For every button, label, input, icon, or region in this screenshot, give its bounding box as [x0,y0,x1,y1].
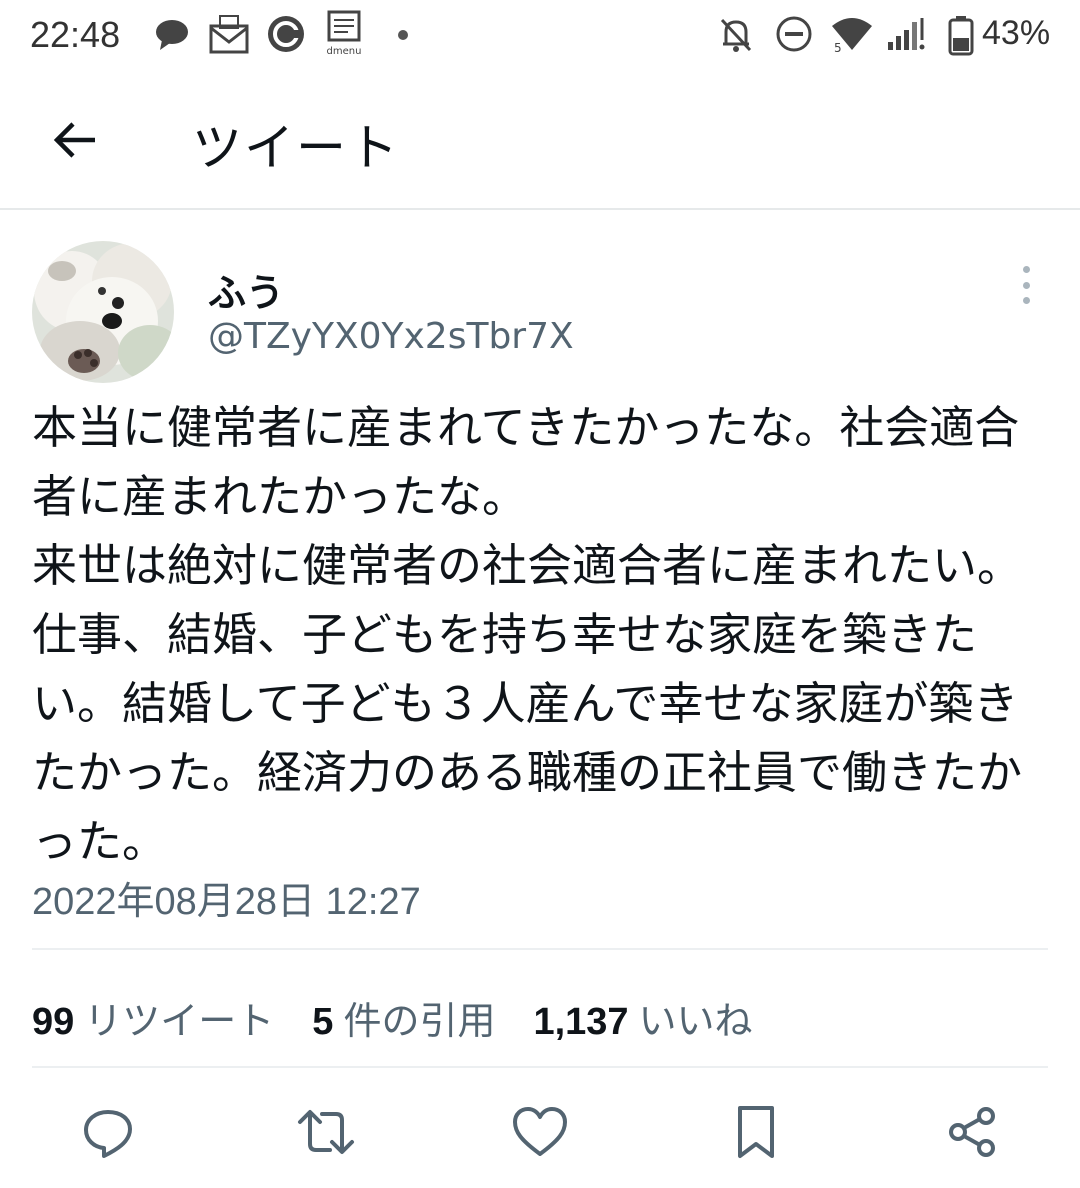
mail-icon [208,14,249,54]
share-button[interactable] [940,1100,1004,1164]
share-icon [949,1107,995,1157]
bell-off-icon [716,14,756,54]
more-dot-icon [1022,297,1030,304]
signal-icon [884,14,925,54]
svg-text:dmenu: dmenu [327,46,362,56]
dmenu-icon: dmenu [324,10,364,57]
retweets-stat[interactable]: 99 リツイート [32,990,274,1045]
display-name[interactable]: ふう [208,262,284,317]
do-not-disturb-icon [774,14,814,54]
likes-count: 1,137 [533,1001,629,1043]
reply-button[interactable] [76,1100,140,1164]
user-handle[interactable]: @TZyYX0Yx2sTbr7X [208,316,574,357]
back-button[interactable] [40,108,110,172]
page-title: ツイート [192,119,400,177]
avatar[interactable] [32,241,174,383]
wifi-icon: 5 [828,14,872,55]
likes-label: いいね [638,999,753,1043]
tweet-text: 本当に健常者に産まれてきたかったな。社会適合者に産まれたかったな。 来世は絶対に… [32,401,1023,868]
svg-text:5: 5 [834,41,842,54]
quotes-count: 5 [312,1001,334,1043]
more-options-button[interactable] [1008,262,1044,308]
retweets-count: 99 [32,1001,75,1043]
divider [32,1066,1048,1068]
retweets-label: リツイート [84,999,275,1043]
tweet-stats: 99 リツイート 5 件の引用 1,137 いいね [32,990,791,1043]
more-dot-icon [1022,266,1030,273]
notification-dot [398,30,408,40]
battery-icon [946,14,986,56]
page-header: ツイート [0,72,1080,210]
divider [32,948,1048,950]
reply-icon [84,1110,132,1158]
more-dot-icon [1022,281,1030,289]
likes-stat[interactable]: 1,137 いいね [533,990,752,1045]
bookmark-button[interactable] [724,1100,788,1164]
quotes-stat[interactable]: 5 件の引用 [312,990,495,1045]
app-c-icon [266,14,306,54]
retweet-button[interactable] [294,1100,358,1164]
arrow-left-icon [53,122,95,158]
tweet-timestamp[interactable]: 2022年08月28日 12:27 [32,870,421,925]
status-bar: 22:48 dmenu 5 43% [0,0,1080,72]
like-button[interactable] [508,1100,572,1164]
status-time: 22:48 [30,14,121,55]
like-icon [513,1107,567,1156]
bookmark-icon [738,1106,774,1158]
quotes-label: 件の引用 [343,999,496,1043]
battery-percentage: 43% [982,14,1051,52]
chat-bubble-icon [152,14,192,54]
retweet-icon [298,1110,354,1154]
